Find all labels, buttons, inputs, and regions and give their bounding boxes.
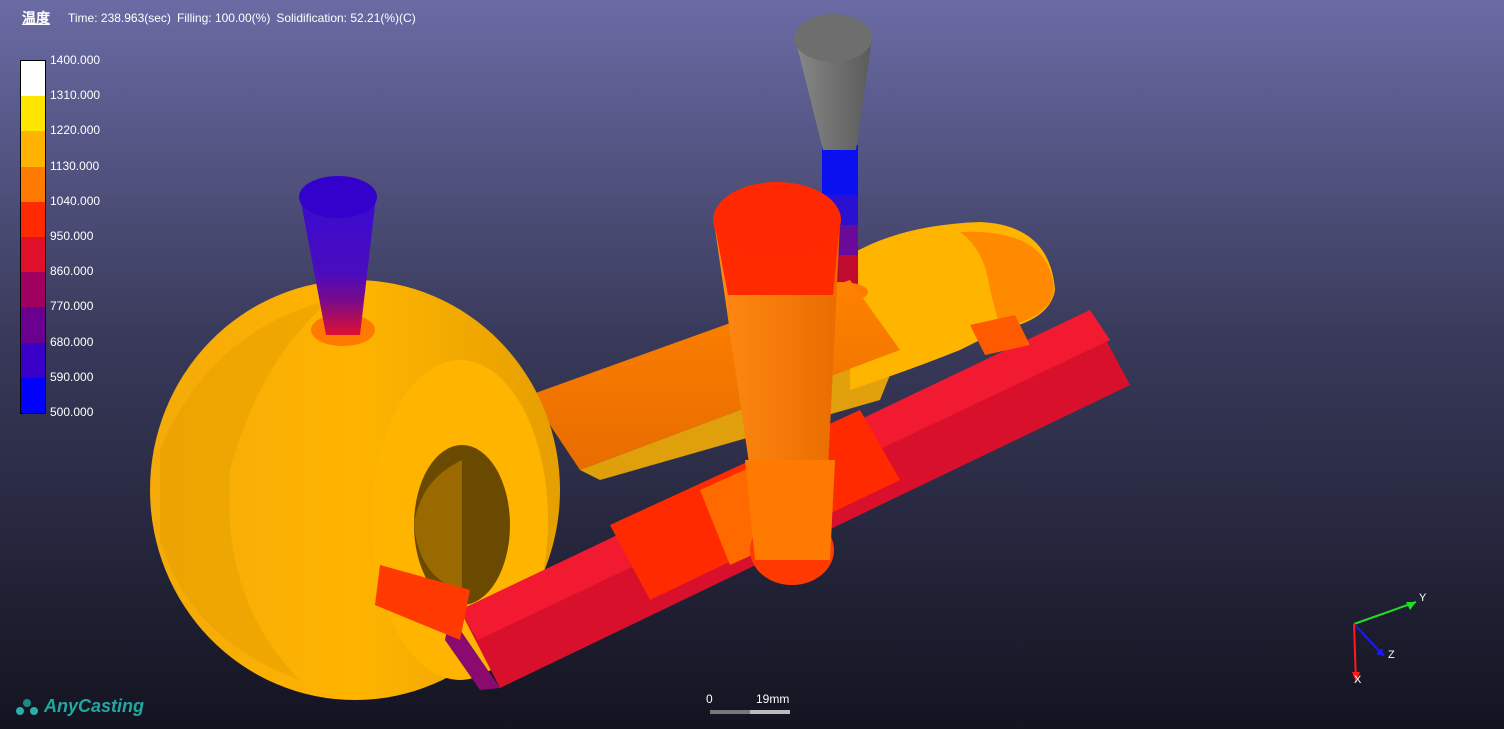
result-type-label[interactable]: 温度: [22, 8, 50, 28]
legend-swatch: [21, 96, 45, 132]
scale-zero: 0: [706, 692, 713, 706]
logo-text: AnyCasting: [44, 696, 145, 716]
legend-tick-label: 1400.000: [50, 53, 101, 67]
time-readout: Time: 238.963(sec): [68, 11, 171, 25]
axis-z-label: Z: [1388, 649, 1395, 661]
legend-tick-label: 500.000: [50, 405, 94, 419]
3d-viewport[interactable]: [0, 0, 1504, 729]
legend-color-bar: [20, 60, 46, 414]
axis-x-label: X: [1354, 674, 1362, 686]
legend-swatch: [21, 342, 45, 378]
axis-y-label: Y: [1419, 592, 1427, 604]
legend-tick-label: 1040.000: [50, 193, 101, 208]
legend-tick-label: 1310.000: [50, 88, 101, 103]
legend-swatch: [21, 201, 45, 237]
legend-swatch: [21, 307, 45, 343]
legend-tick-label: 860.000: [50, 264, 94, 279]
legend-tick-label: 680.000: [50, 334, 94, 349]
legend-swatch: [21, 166, 45, 202]
grey-pouring-cup: [794, 14, 872, 150]
status-header: 温度 Time: 238.963(sec) Filling: 100.00(%)…: [22, 8, 416, 28]
scale-length: 19mm: [756, 692, 790, 706]
scale-line: [710, 710, 790, 714]
legend-tick-label: 1130.000: [50, 158, 100, 173]
scale-bar: 0 19mm: [704, 692, 794, 716]
solidification-readout: Solidification: 52.21(%)(C): [276, 11, 416, 25]
filling-readout: Filling: 100.00(%): [176, 11, 271, 25]
legend-swatch: [21, 377, 45, 413]
legend-tick-label: 590.000: [50, 369, 94, 384]
legend-tick-label: 770.000: [50, 299, 94, 314]
legend-tick-label: 1220.000: [50, 123, 101, 138]
legend-swatch: [21, 131, 45, 167]
legend-swatch: [21, 272, 45, 308]
legend-swatch: [21, 236, 45, 273]
logo-icon: [16, 698, 38, 715]
legend-swatch: [21, 61, 45, 97]
legend-tick-label: 950.000: [50, 229, 94, 243]
anycasting-logo: AnyCasting: [14, 696, 144, 717]
axis-triad: Y Z X: [1340, 590, 1440, 690]
